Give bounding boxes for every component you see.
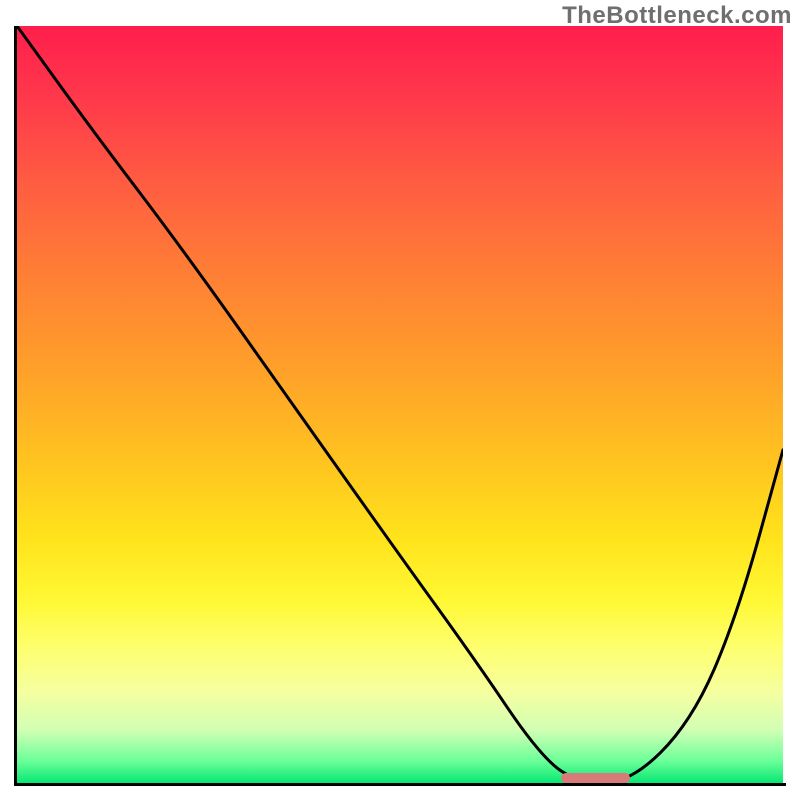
watermark-text: TheBottleneck.com bbox=[562, 2, 792, 30]
minimum-marker bbox=[561, 773, 630, 783]
plot-area bbox=[17, 26, 783, 783]
chart-line bbox=[17, 26, 783, 783]
chart-line-svg bbox=[17, 26, 783, 783]
chart-stage: TheBottleneck.com bbox=[0, 0, 800, 800]
